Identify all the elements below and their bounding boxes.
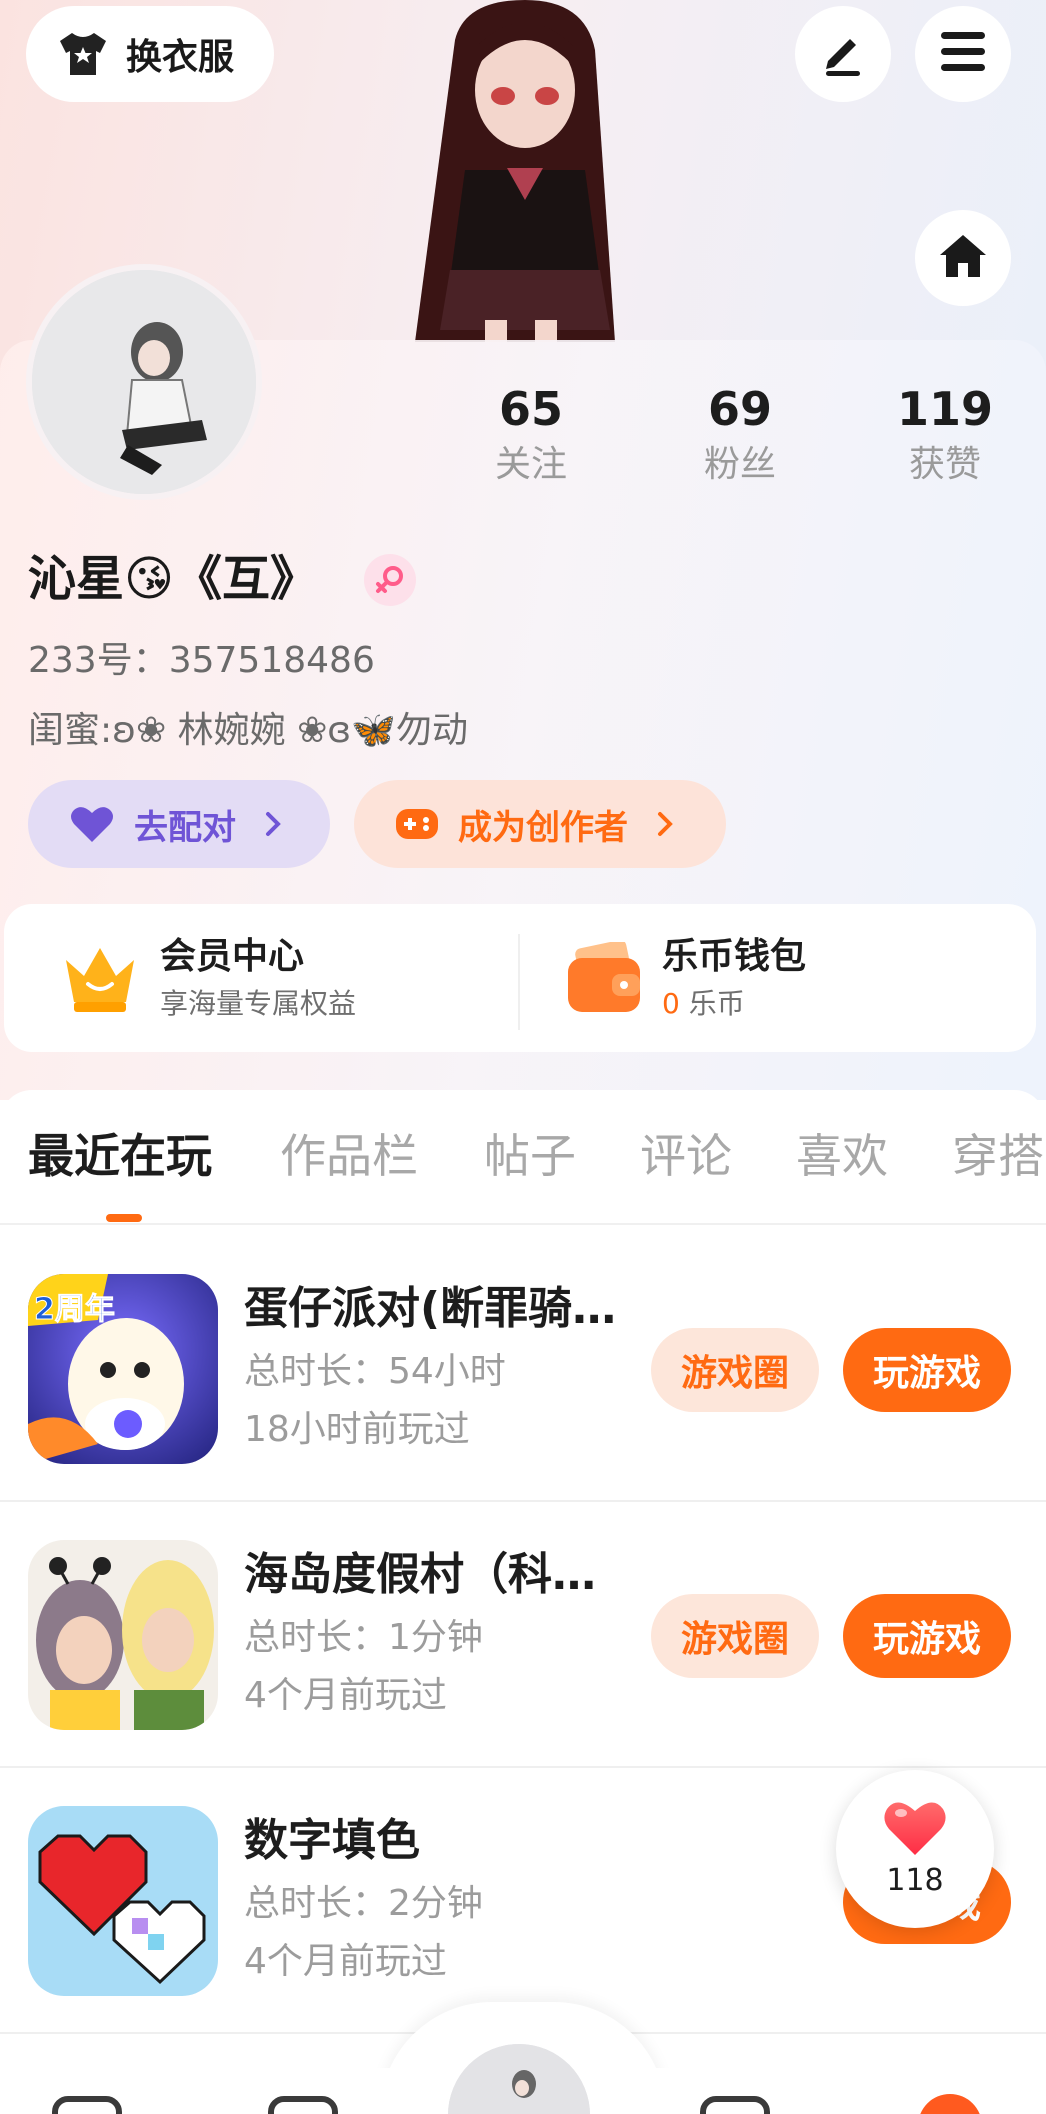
profile-tabs: 最近在玩 作品栏 帖子 评论 喜欢 穿搭 <box>0 1118 1046 1222</box>
chevron-right-icon <box>264 811 282 837</box>
become-creator-label: 成为创作者 <box>458 807 628 848</box>
pair-button-label: 去配对 <box>134 807 236 848</box>
chevron-right-icon <box>656 811 674 837</box>
crown-icon <box>60 940 140 1020</box>
game-icon-island-resort[interactable] <box>28 1540 218 1730</box>
game-row[interactable]: 海岛度假村（科… 总时长：1分钟 4个月前玩过 游戏圈 玩游戏 <box>0 1502 1046 1768</box>
user-avatar[interactable] <box>26 264 262 500</box>
game-circle-button[interactable]: 游戏圈 <box>651 1594 819 1678</box>
tab-outfits[interactable]: 穿搭 <box>952 1118 1044 1194</box>
hamburger-menu-icon <box>939 30 987 78</box>
game-name: 数字填色 <box>244 1815 420 1866</box>
nickname: 沁星😘《互》 <box>28 551 319 607</box>
coin-wallet-entry[interactable]: 乐币钱包 0 乐币 <box>566 930 986 1030</box>
likes-label: 获赞 <box>908 444 981 485</box>
divider <box>518 934 520 1030</box>
signature: 闺蜜:ʚ❀ 林婉婉 ❀ɞ🦋勿动 <box>28 710 468 751</box>
game-duration: 总时长：1分钟 <box>244 1617 483 1658</box>
game-last-played: 4个月前玩过 <box>244 1675 447 1716</box>
become-creator-button[interactable]: 成为创作者 <box>354 780 726 868</box>
game-row[interactable]: 2周年 蛋仔派对(断罪骑… 总时长：54小时 18小时前玩过 游戏圈 玩游戏 <box>0 1236 1046 1502</box>
menu-button[interactable] <box>915 6 1011 102</box>
member-center-subtitle: 享海量专属权益 <box>160 987 357 1020</box>
play-game-button[interactable]: 玩游戏 <box>843 1328 1011 1412</box>
nav-message-icon[interactable] <box>268 2096 338 2114</box>
home-icon <box>938 233 988 283</box>
change-outfit-label: 换衣服 <box>126 37 235 78</box>
user-id: 233号：357518486 <box>28 640 375 681</box>
wallet-icon <box>566 939 642 1018</box>
coin-amount: 0 <box>662 987 680 1020</box>
edit-button[interactable] <box>795 6 891 102</box>
member-center-entry[interactable]: 会员中心 享海量专属权益 <box>60 930 480 1030</box>
home-button[interactable] <box>915 210 1011 306</box>
game-circle-button[interactable]: 游戏圈 <box>651 1328 819 1412</box>
change-outfit-button[interactable]: 换衣服 <box>26 6 274 102</box>
game-last-played: 18小时前玩过 <box>244 1409 470 1450</box>
following-label: 关注 <box>494 444 567 485</box>
like-float-button[interactable]: 118 <box>836 1770 994 1928</box>
tab-works[interactable]: 作品栏 <box>280 1118 418 1194</box>
nav-chat-icon[interactable] <box>700 2096 770 2114</box>
heart-icon <box>68 804 116 844</box>
tab-posts[interactable]: 帖子 <box>484 1118 576 1194</box>
gamepad-icon <box>394 805 440 843</box>
nav-home-icon[interactable] <box>52 2096 122 2114</box>
tab-likes[interactable]: 喜欢 <box>796 1118 888 1194</box>
stat-following[interactable]: 65 关注 <box>466 378 596 490</box>
likes-count: 119 <box>896 382 994 436</box>
game-duration: 总时长：54小时 <box>244 1351 506 1392</box>
tab-recently-played[interactable]: 最近在玩 <box>28 1118 212 1194</box>
coin-balance: 0 乐币 <box>662 984 745 1024</box>
stat-followers[interactable]: 69 粉丝 <box>675 378 805 490</box>
active-tab-indicator <box>106 1214 142 1222</box>
game-icon-eggy-party[interactable]: 2周年 <box>28 1274 218 1464</box>
game-name: 蛋仔派对(断罪骑… <box>244 1283 617 1334</box>
stat-likes[interactable]: 119 获赞 <box>880 378 1010 490</box>
female-gender-icon <box>364 554 416 606</box>
coin-wallet-title: 乐币钱包 <box>662 936 807 977</box>
like-count: 118 <box>886 1863 944 1898</box>
tshirt-icon <box>56 27 110 81</box>
game-icon-color-by-number[interactable] <box>28 1806 218 1996</box>
divider <box>0 1223 1046 1225</box>
character-3d-avatar[interactable] <box>385 0 655 342</box>
following-count: 65 <box>498 382 563 436</box>
game-duration: 总时长：2分钟 <box>244 1883 483 1924</box>
followers-count: 69 <box>707 382 772 436</box>
tab-comments[interactable]: 评论 <box>640 1118 732 1194</box>
pair-button[interactable]: 去配对 <box>28 780 330 868</box>
heart-icon <box>881 1797 949 1857</box>
pencil-icon <box>818 27 868 81</box>
play-game-button[interactable]: 玩游戏 <box>843 1594 1011 1678</box>
game-name: 海岛度假村（科… <box>244 1549 596 1600</box>
coin-unit: 乐币 <box>688 987 745 1020</box>
member-center-title: 会员中心 <box>160 936 305 977</box>
followers-label: 粉丝 <box>703 444 776 485</box>
game-last-played: 4个月前玩过 <box>244 1941 447 1982</box>
anniversary-badge: 2周年 <box>34 1292 116 1328</box>
